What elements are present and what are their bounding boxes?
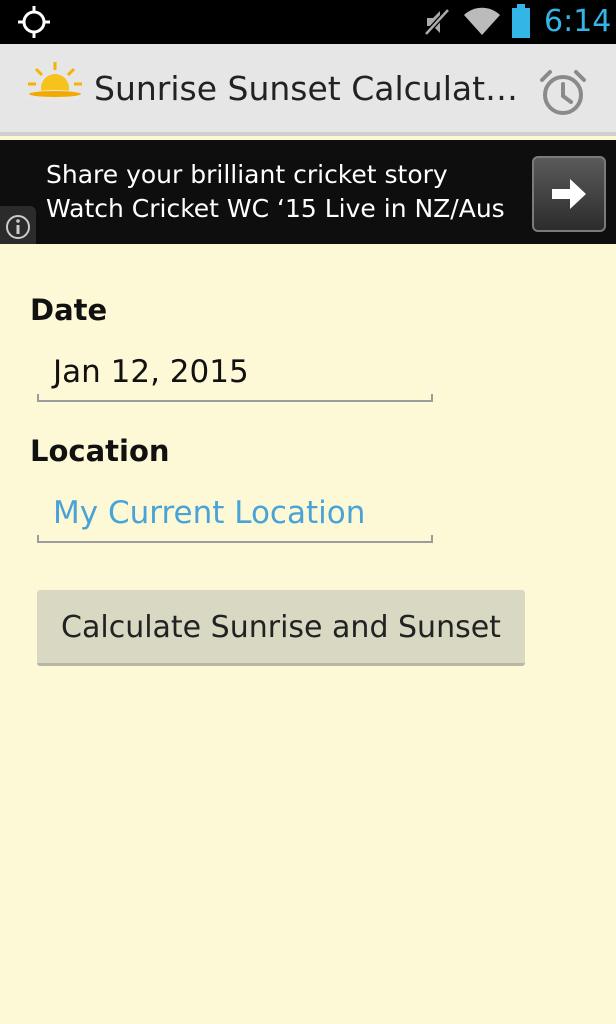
date-field-underline <box>37 394 433 402</box>
alarm-clock-icon[interactable] <box>536 66 590 120</box>
status-time: 6:14 <box>544 4 612 39</box>
gps-icon <box>18 6 50 38</box>
calculate-button[interactable]: Calculate Sunrise and Sunset <box>37 590 525 666</box>
location-label: Location <box>30 434 170 468</box>
info-icon[interactable] <box>0 206 36 244</box>
date-field[interactable]: Jan 12, 2015 <box>37 346 433 402</box>
status-bar: 6:14 <box>0 0 616 44</box>
date-label: Date <box>30 293 108 327</box>
app-title: Sunrise Sunset Calculat… <box>94 69 519 108</box>
sun-cloud-icon <box>27 62 83 102</box>
ad-banner[interactable]: Share your brilliant cricket story Watch… <box>0 140 616 244</box>
wifi-icon <box>464 7 500 35</box>
battery-icon <box>512 4 530 38</box>
location-field[interactable]: My Current Location <box>37 487 433 543</box>
ad-text[interactable]: Share your brilliant cricket story Watch… <box>46 158 526 226</box>
ad-arrow-button[interactable] <box>532 156 606 232</box>
location-value[interactable]: My Current Location <box>53 487 365 539</box>
location-field-underline <box>37 535 433 543</box>
action-bar: Sunrise Sunset Calculat… <box>0 44 616 136</box>
mute-icon <box>424 8 450 36</box>
arrow-right-icon <box>552 179 586 209</box>
date-value[interactable]: Jan 12, 2015 <box>53 346 249 398</box>
